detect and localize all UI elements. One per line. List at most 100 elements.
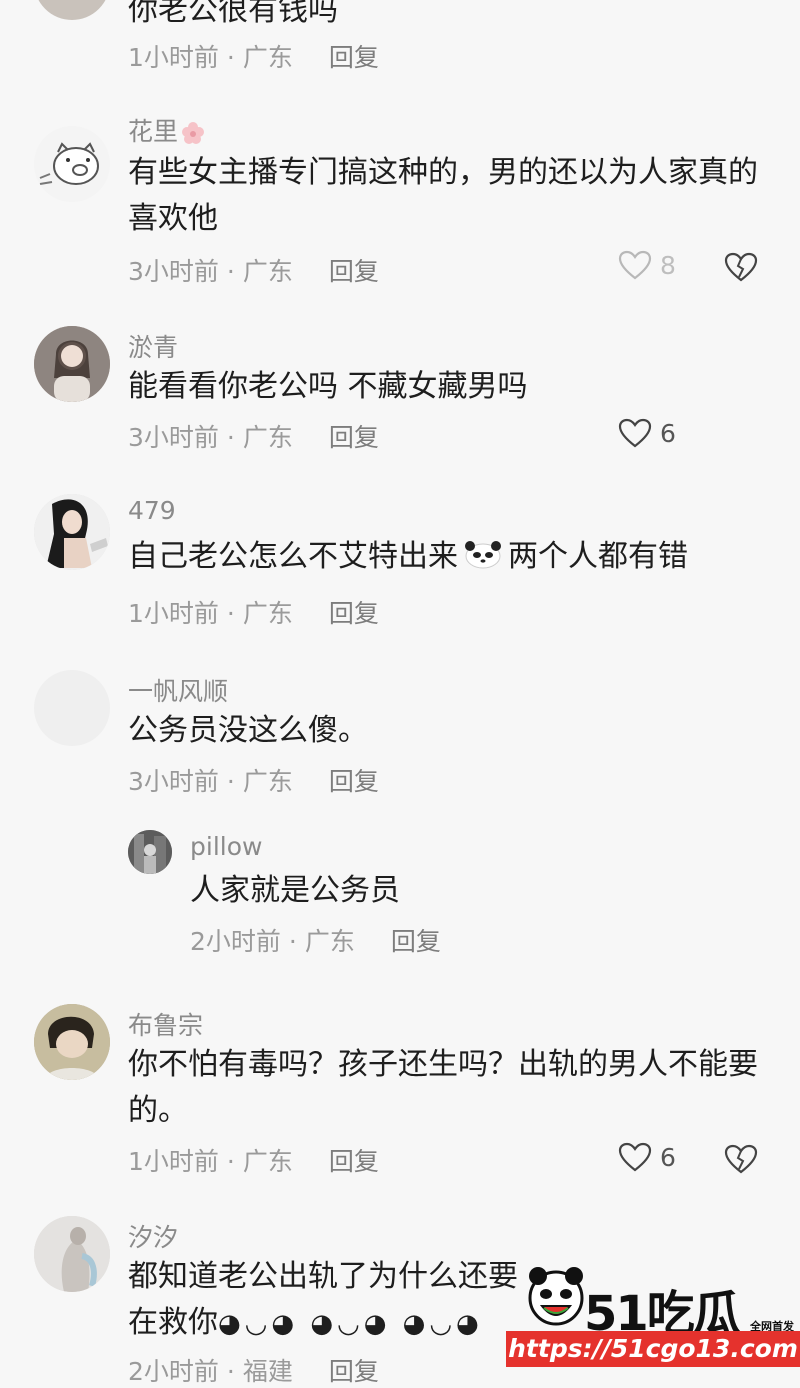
watermark: 51吃瓜 全网首发 https://51cgo13.com [506,1262,800,1367]
like-button[interactable]: 6 [618,1142,676,1172]
reply-button[interactable]: 回复 [329,43,379,72]
reply-button[interactable]: 回复 [329,257,379,286]
comment-text: 有些女主播专门搞这种的，男的还以为人家真的喜欢他 [128,155,758,236]
comment-username[interactable]: pillow [190,832,262,861]
comment-text: 能看看你老公吗 不藏女藏男吗 [128,369,528,404]
separator: · [226,767,235,796]
comment-text: 自己老公怎么不艾特出来 两个人都有错 [128,534,788,580]
separator: · [226,1147,235,1176]
like-count: 6 [660,1142,676,1172]
separator: · [226,43,235,72]
comment-meta: 3小时前 · 广东 回复 [128,762,379,798]
like-button[interactable]: 8 [618,250,676,280]
comment-username[interactable]: 布鲁宗 [128,1006,203,1042]
reply-button[interactable]: 回复 [329,767,379,796]
like-count: 8 [660,250,676,280]
user-photo-icon [34,1216,110,1292]
user-photo-icon [34,326,110,402]
comment-item: 一帆风顺 公务员没这么傻。 3小时前 · 广东 回复 [0,668,800,808]
avatar[interactable] [128,830,172,874]
like-button[interactable]: 6 [618,418,676,448]
dislike-button[interactable] [724,252,758,282]
comment-time: 1小时前 [128,1147,219,1176]
watermark-url: https://51cgo13.com [506,1331,800,1367]
comment-username[interactable]: 479 [128,496,176,525]
reply-button[interactable]: 回复 [329,599,379,628]
panda-emoji-icon [465,541,501,569]
comment-item: 淤青 能看看你老公吗 不藏女藏男吗 3小时前 · 广东 回复 6 [0,324,800,464]
comment-username[interactable]: 一帆风顺 [128,672,228,708]
comment-username[interactable]: 花里 [128,112,205,148]
comment-text-part: 在救你 [128,1305,218,1340]
comment-text-line: 都知道老公出轨了为什么还要 [128,1259,518,1294]
comment-location: 广东 [242,43,293,72]
reply-button[interactable]: 回复 [329,1357,379,1386]
reply-item: pillow 人家就是公务员 2小时前 · 广东 回复 [0,830,800,970]
pig-doodle-icon [39,142,99,185]
heart-icon [618,418,652,448]
username-label: 花里 [128,117,179,146]
comment-meta: 2小时前 · 福建 回复 [128,1352,379,1388]
comment-location: 广东 [304,927,355,956]
reply-button[interactable]: 回复 [329,1147,379,1176]
comment-location: 广东 [242,767,293,796]
avatar[interactable] [34,670,110,746]
comment-meta: 2小时前 · 广东 回复 [190,922,441,958]
avatar[interactable] [34,126,110,202]
comment-text: 你老公很有钱吗 [128,0,338,28]
comment-meta: 3小时前 · 广东 回复 [128,418,379,454]
separator: · [226,1357,235,1386]
comment-meta: 1小时前 · 广东 回复 [128,38,379,74]
comment-text-part: 两个人都有错 [508,539,688,574]
comment-item: 花里 有些女主播专门搞这种的，男的还以为人家真的喜欢他 3小时前 · 广东 回复 8 [0,108,800,288]
comment-time: 3小时前 [128,423,219,452]
separator: · [226,423,235,452]
comment-time: 2小时前 [190,927,281,956]
dislike-button[interactable] [724,1144,758,1174]
comment-time: 1小时前 [128,43,219,72]
comment-username[interactable]: 淤青 [128,328,178,364]
mascot-logo-icon [528,1267,584,1326]
separator: · [226,599,235,628]
broken-heart-icon [724,1144,758,1174]
comment-location: 广东 [242,423,293,452]
comment-item: 布鲁宗 你不怕有毒吗？孩子还生吗？出轨的男人不能要的。 1小时前 · 广东 回复 6 [0,1002,800,1192]
avatar[interactable] [34,326,110,402]
comment-text: 都知道老公出轨了为什么还要 在救你◕◡◕ ◕◡◕ ◕◡◕ [128,1254,528,1347]
comment-meta: 1小时前 · 广东 回复 [128,594,379,630]
avatar[interactable] [34,0,110,20]
blossom-icon [182,122,205,144]
broken-heart-icon [724,252,758,282]
comment-text-part: 自己老公怎么不艾特出来 [128,539,458,574]
comment-text-line2: 在救你◕◡◕ ◕◡◕ ◕◡◕ [128,1300,528,1347]
avatar[interactable] [34,1216,110,1292]
comment-text: 公务员没这么傻。 [128,713,368,748]
avatar[interactable] [34,1004,110,1080]
heart-icon [618,1142,652,1172]
heart-icon [618,250,652,280]
user-photo-icon [128,830,172,874]
comment-time: 3小时前 [128,767,219,796]
comment-time: 2小时前 [128,1357,219,1386]
comment-text: 你不怕有毒吗？孩子还生吗？出轨的男人不能要的。 [128,1047,758,1128]
comment-item: 你老公很有钱吗 1小时前 · 广东 回复 [0,0,800,80]
comment-item: 479 自己老公怎么不艾特出来 两个人都有错 1小时前 · 广东 回复 [0,494,800,634]
comment-text: 人家就是公务员 [190,873,400,908]
comment-meta: 1小时前 · 广东 回复 [128,1142,379,1178]
comment-location: 广东 [242,1147,293,1176]
comment-location: 广东 [242,599,293,628]
reply-button[interactable]: 回复 [329,423,379,452]
separator: · [288,927,297,956]
avatar[interactable] [34,494,110,570]
separator: · [226,257,235,286]
comment-location: 福建 [242,1357,293,1386]
comment-location: 广东 [242,257,293,286]
comment-meta: 3小时前 · 广东 回复 [128,252,379,288]
comment-username[interactable]: 汐汐 [128,1218,178,1254]
reply-button[interactable]: 回复 [391,927,441,956]
grin-emoji-icon: ◕◡◕ ◕◡◕ ◕◡◕ [218,1309,483,1339]
user-photo-icon [34,494,110,570]
like-count: 6 [660,418,676,448]
comment-time: 3小时前 [128,257,219,286]
comment-time: 1小时前 [128,599,219,628]
